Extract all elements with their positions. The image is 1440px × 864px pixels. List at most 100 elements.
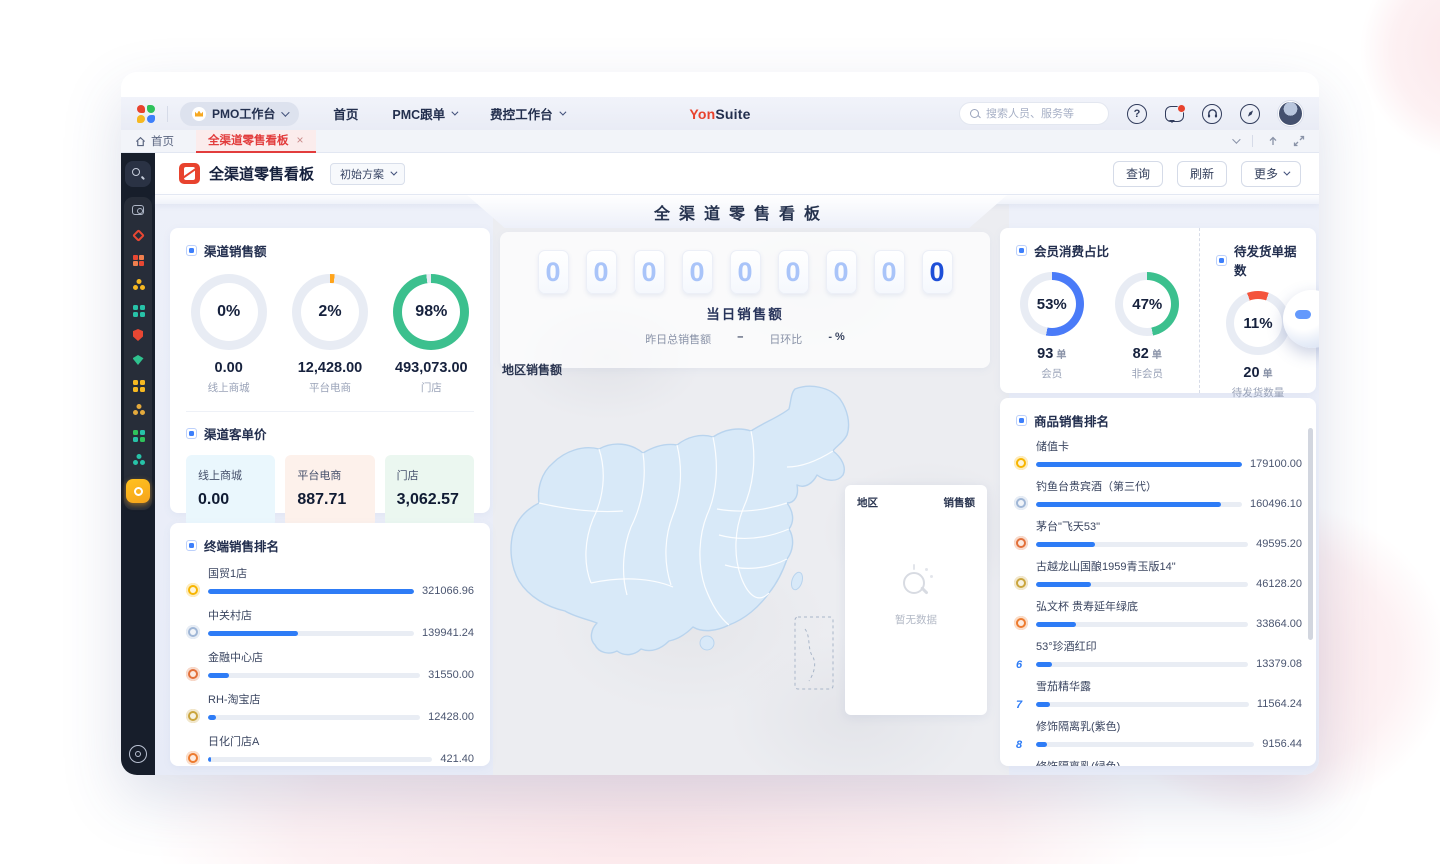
south-china-sea-inset — [795, 617, 833, 689]
ranking-row[interactable]: 金融中心店31550.00 — [186, 649, 474, 681]
tabs-chevron-down-icon[interactable] — [1232, 135, 1240, 143]
donut-label: 门店 — [421, 380, 442, 395]
donut-ring: 11% — [1226, 291, 1290, 355]
medal-icon — [186, 709, 200, 723]
donut-percent: 53% — [1028, 280, 1076, 328]
tab-home[interactable]: 首页 — [135, 133, 174, 149]
rail-search-button[interactable] — [125, 161, 151, 187]
donut-value: 82单 — [1133, 346, 1162, 362]
app-dots-teal-icon[interactable] — [132, 454, 144, 466]
top-nav-item[interactable]: 费控工作台 — [490, 104, 564, 123]
app-gem-green-icon[interactable] — [132, 354, 144, 366]
brand-logo: YonSuite — [689, 106, 750, 122]
ranking-row[interactable]: 储值卡179100.00 — [1014, 438, 1302, 470]
ranking-item-value: 160496.10 — [1250, 498, 1302, 510]
scrollbar-thumb[interactable] — [1308, 428, 1313, 640]
today-sales-card: 000000000 当日销售额 昨日总销售额 – 日环比 - % — [500, 232, 990, 368]
donut-ring: 53% — [1020, 272, 1084, 336]
donut-value: 493,073.00 — [395, 360, 468, 376]
app-pinwheel-red-icon[interactable] — [132, 254, 144, 266]
yonyou-logo-icon[interactable] — [137, 105, 155, 123]
app-dots-yellow-icon[interactable] — [132, 279, 144, 291]
donut-percent: 0% — [200, 283, 258, 341]
close-tab-icon[interactable]: × — [297, 133, 304, 147]
ranking-row[interactable]: 中关村店139941.24 — [186, 607, 474, 639]
help-icon[interactable]: ? — [1127, 104, 1147, 124]
ranking-row[interactable]: 修饰隔离乳(绿色)6740.009 — [1014, 758, 1302, 766]
ranking-row[interactable]: RH-淘宝店12428.00 — [186, 691, 474, 723]
donut-chart-block[interactable]: 0%0.00线上商城 — [179, 274, 279, 395]
top-nav-item[interactable]: 首页 — [333, 104, 358, 123]
global-search-input[interactable] — [986, 108, 1096, 120]
collapse-up-icon[interactable] — [1267, 135, 1279, 147]
workspace-label: PMO工作台 — [212, 105, 275, 122]
app-grid-green-icon[interactable] — [132, 429, 144, 441]
dashboard-banner-title: 全渠道零售看板 — [645, 200, 829, 224]
section-icon — [186, 428, 197, 439]
member-ratio-card: 会员消费占比 53%93单会员47%82单非会员 待发货单据数 11%20单待发… — [1000, 228, 1316, 393]
section-title: 渠道客单价 — [204, 424, 267, 443]
donut-chart-block[interactable]: 2%12,428.00平台电商 — [280, 274, 380, 395]
query-button[interactable]: 查询 — [1113, 161, 1163, 187]
compass-icon[interactable] — [1240, 104, 1260, 124]
scheme-selector[interactable]: 初始方案 — [330, 163, 405, 185]
price-tile[interactable]: 平台电商887.71 — [285, 455, 374, 527]
rank-number: 6 — [1016, 659, 1022, 671]
app-grid-teal-icon[interactable] — [132, 304, 144, 316]
refresh-button[interactable]: 刷新 — [1177, 161, 1227, 187]
donut-chart-block[interactable]: 98%493,073.00门店 — [381, 274, 481, 395]
medal-icon — [186, 583, 200, 597]
donut-chart-block[interactable]: 47%82单非会员 — [1101, 272, 1193, 381]
ranking-row[interactable]: 钓鱼台贵宾酒（第三代） 160496.10 — [1014, 478, 1302, 510]
ranking-item-name: 钓鱼台贵宾酒（第三代） — [1036, 478, 1302, 494]
dashboard-canvas: 全渠道零售看板 渠道销售额 0%0.00线上商城2%12,428.00平台电商9… — [155, 195, 1319, 775]
ranking-row[interactable]: 53°珍酒红印13379.086 — [1014, 638, 1302, 670]
sales-counter-digit: 0 — [538, 250, 569, 294]
ranking-item-name: 修饰隔离乳(绿色) — [1036, 758, 1302, 766]
support-headset-icon[interactable] — [1202, 104, 1222, 124]
medal-icon — [1014, 616, 1028, 630]
app-dots-gold-icon[interactable] — [132, 404, 144, 416]
tab-retail-dashboard[interactable]: 全渠道零售看板 × — [196, 130, 316, 153]
more-button[interactable]: 更多 — [1241, 161, 1301, 187]
workspace-switcher[interactable]: PMO工作台 — [180, 102, 299, 126]
ranking-item-value: 321066.96 — [422, 585, 474, 597]
ranking-item-name: 中关村店 — [208, 607, 474, 623]
taiwan-shape — [789, 571, 804, 591]
donut-ring: 0% — [191, 274, 267, 350]
ranking-row[interactable]: 日化门店A421.40 — [186, 733, 474, 765]
divider — [1252, 135, 1253, 147]
settings-icon[interactable] — [129, 745, 147, 763]
app-shield-red-icon[interactable] — [132, 329, 144, 341]
divider — [167, 106, 168, 122]
donut-label: 平台电商 — [309, 380, 351, 395]
ranking-row[interactable]: 古越龙山国酿1959青玉版14"46128.20 — [1014, 558, 1302, 590]
capture-icon[interactable] — [132, 204, 144, 216]
ranking-row[interactable]: 茅台"飞天53"49595.20 — [1014, 518, 1302, 550]
ranking-item-name: 修饰隔离乳(紫色) — [1036, 718, 1302, 734]
donut-value: 12,428.00 — [298, 360, 363, 376]
ranking-row[interactable]: 国贸1店321066.96 — [186, 565, 474, 597]
donut-label: 会员 — [1041, 366, 1062, 381]
yesterday-sales-label: 昨日总销售额 — [645, 331, 711, 347]
sales-counter-digit: 0 — [730, 250, 761, 294]
message-icon[interactable] — [1165, 106, 1184, 122]
app-grid-yellow-icon[interactable] — [132, 379, 144, 391]
user-avatar[interactable] — [1278, 101, 1303, 126]
left-app-rail — [121, 153, 155, 775]
app-active-yellow-icon[interactable] — [126, 479, 150, 503]
chevron-down-icon — [559, 109, 566, 116]
donut-chart-block[interactable]: 53%93单会员 — [1006, 272, 1098, 381]
ranking-row[interactable]: 修饰隔离乳(紫色)9156.448 — [1014, 718, 1302, 750]
top-nav-item[interactable]: PMC跟单 — [392, 104, 456, 123]
app-diamond-red-icon[interactable] — [132, 229, 144, 241]
fullscreen-icon[interactable] — [1293, 135, 1305, 147]
region-sales-table: 地区 销售额 暂无数据 — [845, 485, 987, 715]
price-tile[interactable]: 线上商城0.00 — [186, 455, 275, 527]
global-search[interactable] — [959, 102, 1109, 125]
price-tile[interactable]: 门店3,062.57 — [385, 455, 474, 527]
ranking-row[interactable]: 雪茄精华露11564.247 — [1014, 678, 1302, 710]
ranking-row[interactable]: 弘文杯 贵寿延年绿底33864.00 — [1014, 598, 1302, 630]
medal-icon — [1014, 576, 1028, 590]
donut-value: 20单 — [1243, 365, 1272, 381]
